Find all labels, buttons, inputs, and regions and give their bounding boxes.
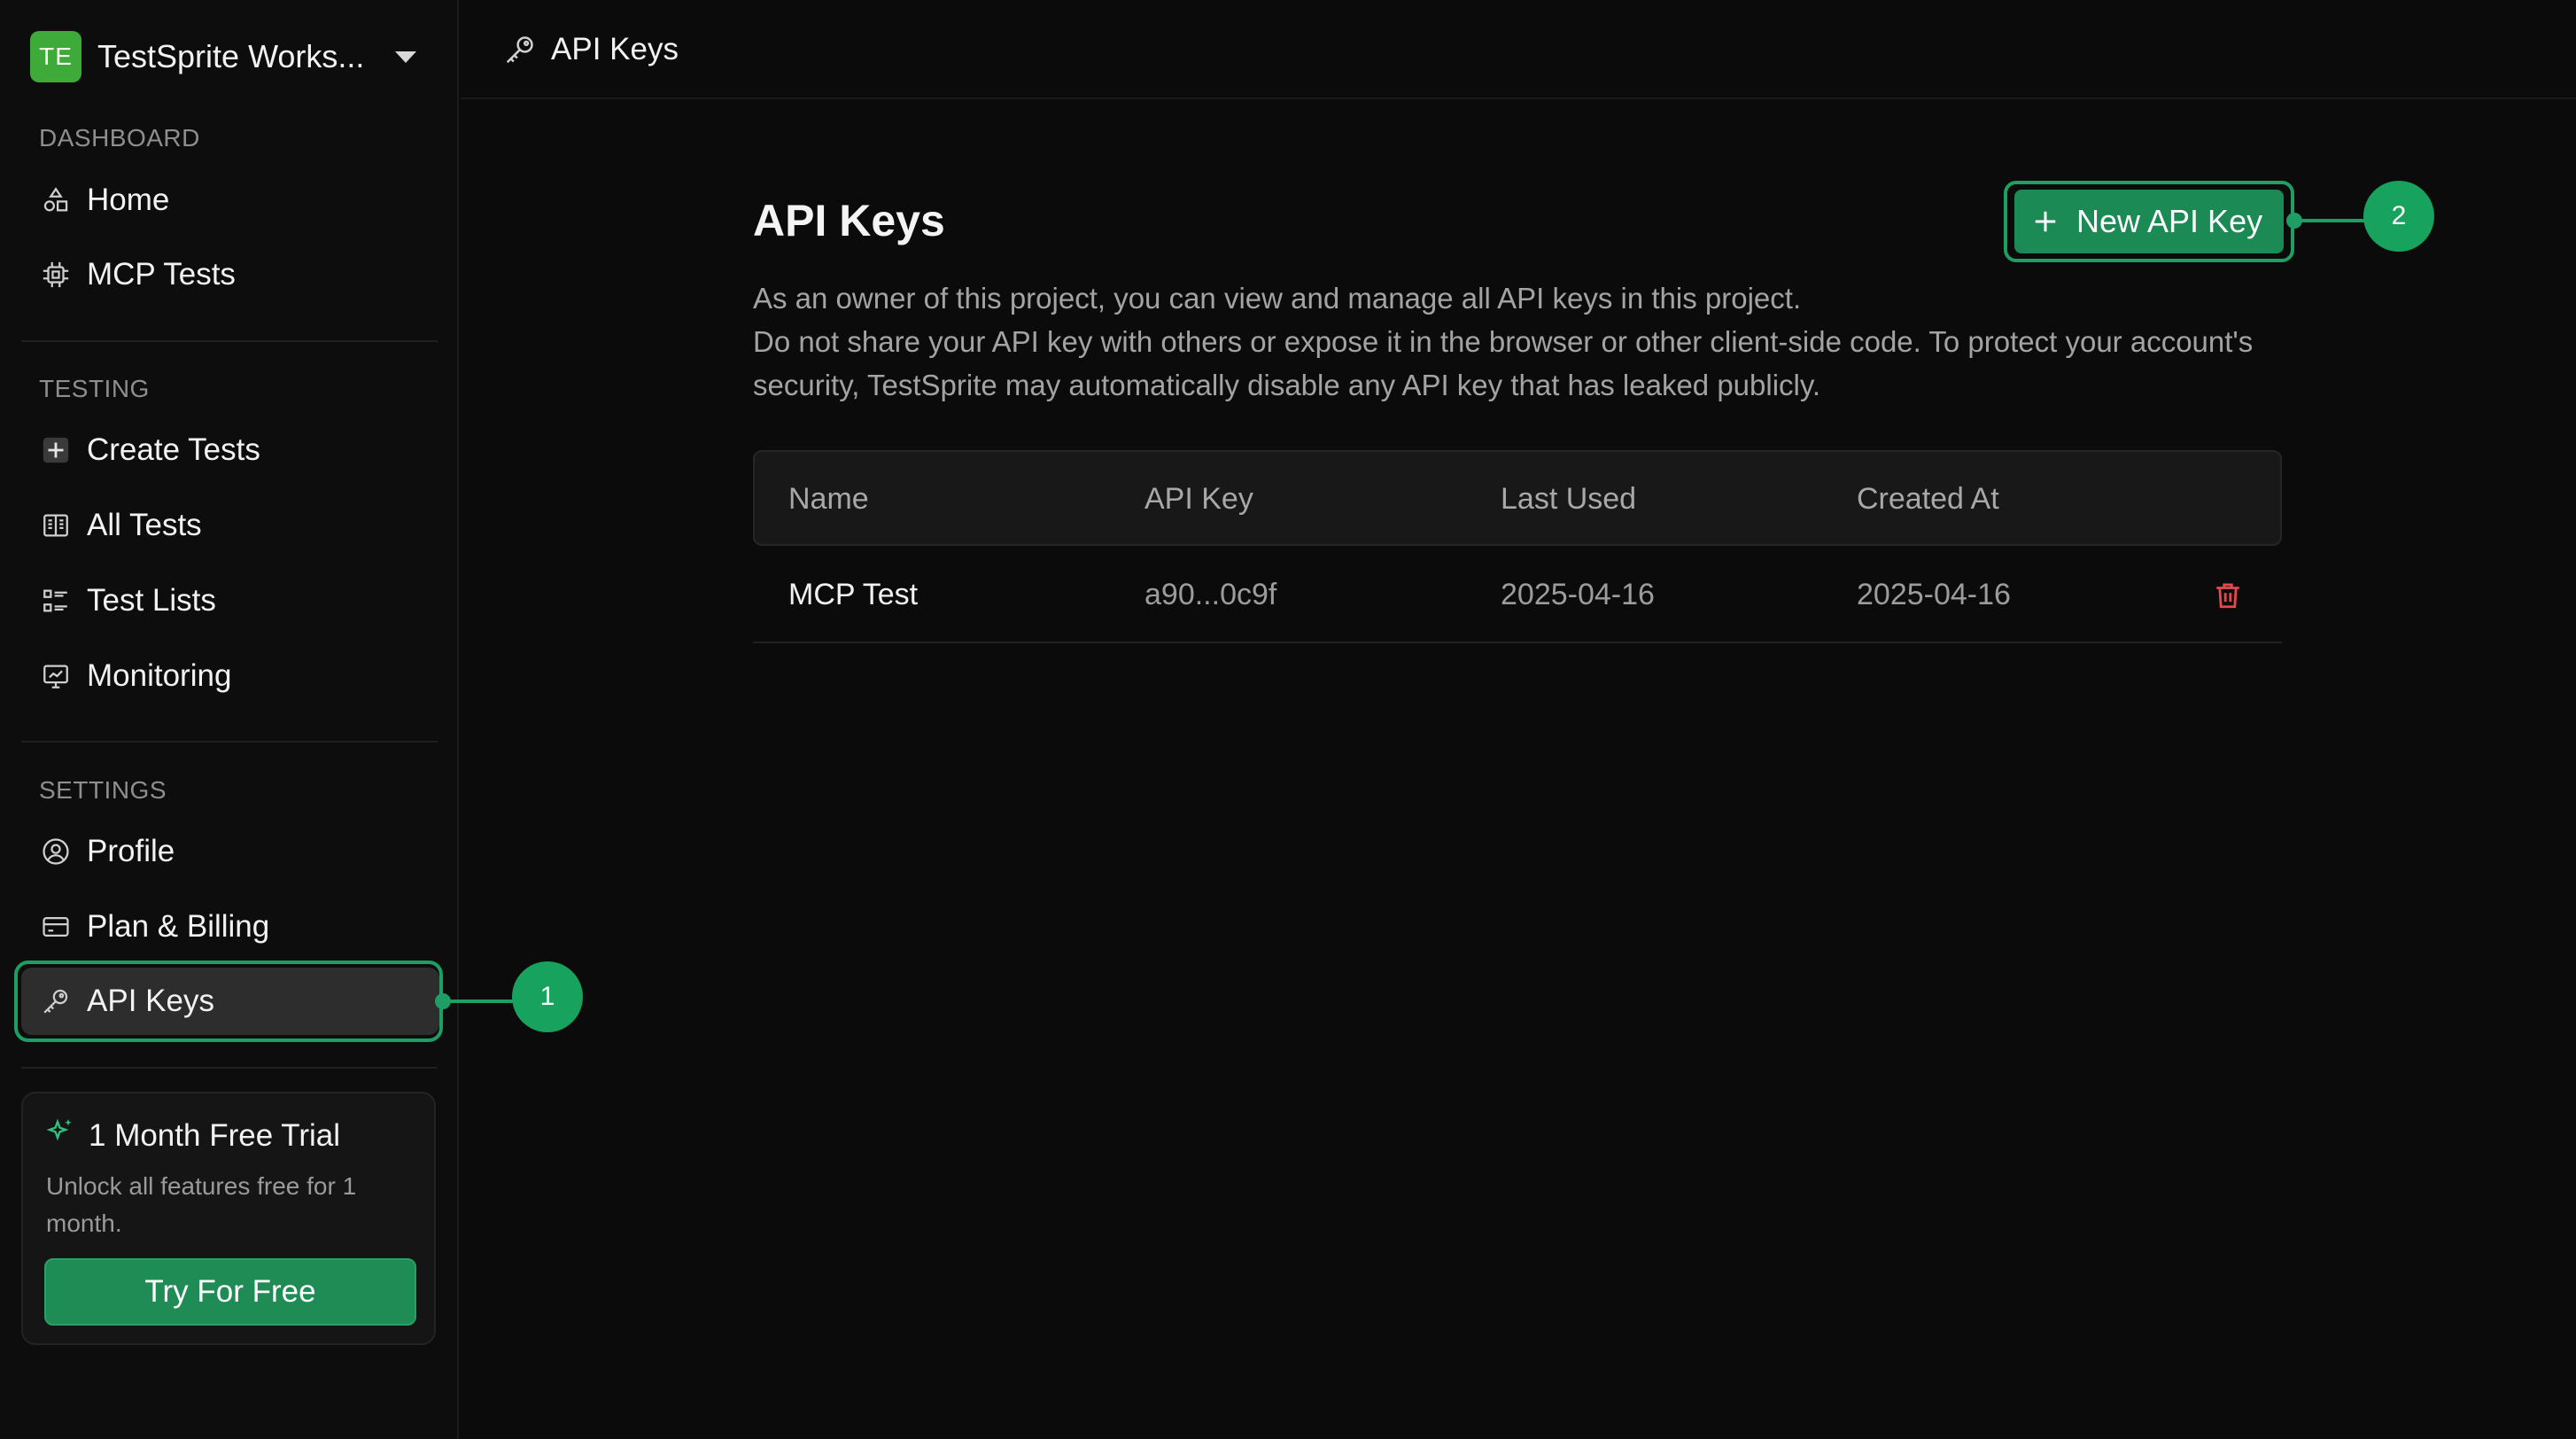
sidebar-item-label: All Tests xyxy=(87,508,202,542)
sparkle-icon xyxy=(46,1118,72,1141)
callout-connector-line xyxy=(2294,219,2367,222)
workspace-name: TestSprite Works... xyxy=(97,38,365,74)
sidebar-item-all-tests[interactable]: All Tests xyxy=(21,492,439,559)
credit-card-icon xyxy=(39,910,73,944)
key-icon xyxy=(506,36,533,64)
column-header-name: Name xyxy=(788,482,869,516)
cell-last-used: 2025-04-16 xyxy=(1501,578,1655,611)
shapes-icon xyxy=(39,183,73,217)
sidebar-item-label: Plan & Billing xyxy=(87,909,270,944)
callout-badge-2: 2 xyxy=(2363,181,2434,252)
sidebar-item-label: Monitoring xyxy=(87,658,232,693)
sidebar-item-label: Create Tests xyxy=(87,432,260,467)
user-circle-icon xyxy=(39,835,73,868)
sidebar-divider xyxy=(21,340,438,342)
try-for-free-button[interactable]: Try For Free xyxy=(44,1258,416,1326)
cell-api-key: a90...0c9f xyxy=(1144,578,1277,611)
column-header-created-at: Created At xyxy=(1857,482,1999,516)
sidebar-item-label: MCP Tests xyxy=(87,257,236,292)
trial-description: Unlock all features free for 1 month. xyxy=(46,1172,357,1237)
caret-down-icon[interactable] xyxy=(395,51,416,63)
sidebar-item-label: Home xyxy=(87,183,170,217)
sidebar-item-test-lists[interactable]: Test Lists xyxy=(21,567,439,634)
sidebar: TE TestSprite Works... DASHBOARD Home MC… xyxy=(0,0,459,1439)
table-header: Name API Key Last Used Created At xyxy=(753,450,2282,546)
cell-name: MCP Test xyxy=(788,578,919,611)
api-keys-table: Name API Key Last Used Created At MCP Te… xyxy=(753,450,2282,643)
page-description: As an owner of this project, you can vie… xyxy=(753,276,2303,407)
breadcrumb: API Keys xyxy=(503,32,679,67)
table-row: MCP Test a90...0c9f 2025-04-16 2025-04-1… xyxy=(753,546,2282,643)
chip-icon xyxy=(39,258,73,292)
sidebar-item-label: Test Lists xyxy=(87,583,216,618)
sidebar-item-label: Profile xyxy=(87,834,175,868)
trash-icon[interactable] xyxy=(2213,579,2243,611)
section-label-dashboard: DASHBOARD xyxy=(39,124,200,152)
book-icon xyxy=(39,509,73,542)
workspace-avatar: TE xyxy=(30,31,81,82)
sidebar-item-plan-billing[interactable]: Plan & Billing xyxy=(21,893,439,961)
callout-badge-1: 1 xyxy=(512,961,583,1032)
app-root: TE TestSprite Works... DASHBOARD Home MC… xyxy=(0,0,2576,1439)
sidebar-item-mcp-tests[interactable]: MCP Tests xyxy=(21,241,439,308)
plus-icon xyxy=(2035,211,2056,232)
new-api-key-button[interactable]: New API Key xyxy=(2014,190,2284,253)
highlight-frame-api-keys xyxy=(14,961,443,1042)
section-label-testing: TESTING xyxy=(39,375,150,402)
list-icon xyxy=(39,584,73,618)
workspace-switcher[interactable]: TE TestSprite Works... xyxy=(30,30,416,83)
top-bar: API Keys xyxy=(461,0,2576,99)
sidebar-item-monitoring[interactable]: Monitoring xyxy=(21,642,439,710)
sidebar-item-home[interactable]: Home xyxy=(21,167,439,234)
sidebar-item-profile[interactable]: Profile xyxy=(21,818,439,885)
monitor-icon xyxy=(39,659,73,693)
callout-connector-line xyxy=(443,1000,516,1003)
plus-square-icon xyxy=(39,433,73,467)
new-api-key-label: New API Key xyxy=(2076,203,2263,239)
breadcrumb-title: API Keys xyxy=(551,32,679,66)
description-line-1: As an owner of this project, you can vie… xyxy=(753,282,1802,315)
description-line-2: Do not share your API key with others or… xyxy=(753,325,2254,401)
section-label-settings: SETTINGS xyxy=(39,776,167,804)
sidebar-divider xyxy=(21,1067,438,1069)
column-header-api-key: API Key xyxy=(1144,482,1253,516)
trial-card: 1 Month Free Trial Unlock all features f… xyxy=(21,1092,436,1345)
sidebar-item-create-tests[interactable]: Create Tests xyxy=(21,416,439,484)
cell-created-at: 2025-04-16 xyxy=(1857,578,2011,611)
page-title: API Keys xyxy=(753,196,945,245)
trial-title: 1 Month Free Trial xyxy=(89,1118,340,1153)
sidebar-divider xyxy=(21,741,438,743)
column-header-last-used: Last Used xyxy=(1501,482,1637,516)
